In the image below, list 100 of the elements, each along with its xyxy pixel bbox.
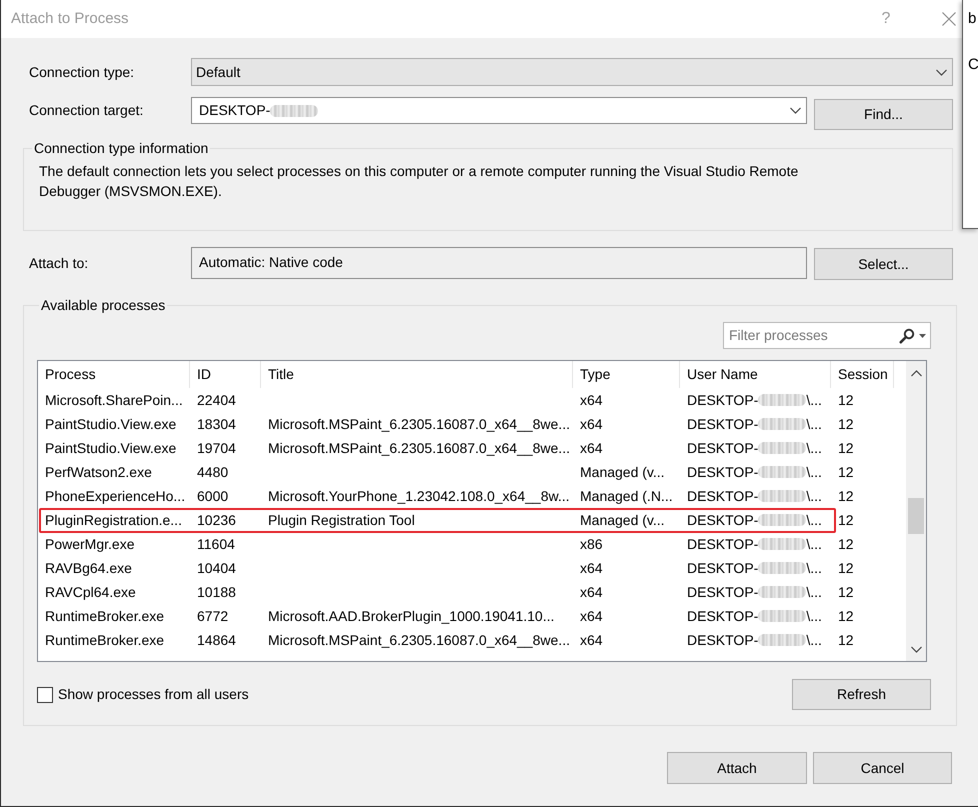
table-cell-text: Managed (v...: [580, 462, 665, 482]
table-cell-text: x64: [580, 390, 603, 410]
table-cell-text: 12: [838, 390, 854, 410]
blurred-redaction-icon: [270, 104, 318, 116]
blurred-redaction-icon: [758, 490, 806, 502]
table-cell-text: x64: [580, 414, 603, 434]
scrollbar-thumb[interactable]: [908, 498, 924, 534]
refresh-button[interactable]: Refresh: [792, 679, 931, 710]
column-header[interactable]: Type: [573, 361, 680, 388]
table-cell-text: 14864: [197, 630, 236, 650]
table-cell-text: Managed (.N...: [580, 486, 673, 506]
table-cell-text: PerfWatson2.exe: [45, 462, 152, 482]
checkbox[interactable]: [37, 686, 53, 702]
column-header[interactable]: Process: [38, 361, 190, 388]
table-cell-text: x86: [580, 534, 603, 554]
user-name-suffix: \...: [806, 390, 822, 410]
blurred-redaction-icon: [758, 442, 806, 454]
column-header[interactable]: Title: [261, 361, 573, 388]
filter-input[interactable]: Filter processes: [729, 325, 899, 346]
window-title: Attach to Process: [11, 8, 129, 29]
table-cell-text: 10404: [197, 558, 236, 578]
column-header[interactable]: Session: [831, 361, 894, 388]
group-title: Connection type information: [33, 139, 210, 158]
user-name-suffix: \...: [806, 414, 822, 434]
window-text: C: [968, 56, 978, 74]
user-name-suffix: \...: [806, 630, 822, 650]
table-cell-text: PhoneExperienceHo...: [45, 486, 186, 506]
table-cell-text: Microsoft.MSPaint_6.2305.16087.0_x64__8we...: [268, 414, 570, 434]
connection-type-dropdown[interactable]: Default: [191, 58, 953, 86]
blurred-redaction-icon: [758, 610, 806, 622]
table-cell-text: 6000: [197, 486, 228, 506]
table-cell-text: Managed (v...: [580, 510, 665, 530]
table-cell-text: RAVBg64.exe: [45, 558, 132, 578]
user-name-prefix: DESKTOP-: [687, 558, 758, 578]
user-name-suffix: \...: [806, 534, 822, 554]
blurred-redaction-icon: [758, 394, 806, 406]
table-cell-text: Plugin Registration Tool: [268, 510, 415, 530]
attach-button[interactable]: Attach: [667, 752, 807, 784]
blurred-redaction-icon: [758, 586, 806, 598]
chevron-down-icon: [936, 68, 947, 76]
user-name-suffix: \...: [806, 606, 822, 626]
user-name-prefix: DESKTOP-: [687, 462, 758, 482]
user-name-prefix: DESKTOP-: [687, 582, 758, 602]
user-name-prefix: DESKTOP-: [687, 390, 758, 410]
table-cell-text: 12: [838, 486, 854, 506]
close-button[interactable]: [942, 12, 956, 26]
table-cell-text: 22404: [197, 390, 236, 410]
dropdown-value: Default: [196, 62, 242, 82]
search-icon[interactable]: [899, 328, 915, 344]
field-label: Connection target:: [29, 101, 144, 120]
column-header[interactable]: ID: [190, 361, 261, 388]
find-button[interactable]: Find...: [814, 99, 953, 130]
cancel-button[interactable]: Cancel: [813, 752, 952, 784]
table-cell-text: 12: [838, 414, 854, 434]
table-cell-text: PaintStudio.View.exe: [45, 438, 176, 458]
blurred-redaction-icon: [758, 466, 806, 478]
table-cell-text: PaintStudio.View.exe: [45, 414, 176, 434]
table-cell-text: 12: [838, 606, 854, 626]
connection-target-combobox[interactable]: DESKTOP-: [191, 97, 807, 124]
table-cell-text: Microsoft.MSPaint_6.2305.16087.0_x64__8we...: [268, 630, 570, 650]
table-cell-text: RuntimeBroker.exe: [45, 630, 164, 650]
table-cell-text: x64: [580, 630, 603, 650]
table-cell-text: 18304: [197, 414, 236, 434]
table-cell-text: 12: [838, 462, 854, 482]
scroll-up-icon: [910, 370, 922, 376]
select-button[interactable]: Select...: [814, 248, 953, 280]
table-cell-text: 12: [838, 558, 854, 578]
table-cell-text: 4480: [197, 462, 228, 482]
blurred-redaction-icon: [758, 634, 806, 646]
table-cell-text: x64: [580, 606, 603, 626]
checkbox-label[interactable]: Show processes from all users: [58, 684, 249, 705]
close-icon: [942, 12, 956, 26]
user-name-suffix: \...: [806, 558, 822, 578]
blurred-redaction-icon: [758, 514, 806, 526]
user-name-suffix: \...: [806, 438, 822, 458]
table-cell-text: 12: [838, 438, 854, 458]
dropdown-arrow-icon[interactable]: [919, 334, 926, 338]
user-name-prefix: DESKTOP-: [687, 414, 758, 434]
vertical-scrollbar[interactable]: [906, 361, 926, 661]
table-cell-text: Microsoft.MSPaint_6.2305.16087.0_x64__8we...: [268, 438, 570, 458]
info-text: The default connection lets you select processes on this computer or a remote computer running the Visual Studio Remote Debugger (MSVSMON.EXE).: [39, 162, 800, 201]
blurred-redaction-icon: [758, 538, 806, 550]
filter-search-field[interactable]: Filter processes: [723, 322, 931, 349]
user-name-suffix: \...: [806, 510, 822, 530]
field-value: Automatic: Native code: [199, 254, 343, 270]
scroll-down-icon: [910, 646, 922, 652]
table-cell-text: RAVCpl64.exe: [45, 582, 136, 602]
table-cell-text: 19704: [197, 438, 236, 458]
chevron-down-icon: [790, 107, 801, 114]
table-cell-text: 10236: [197, 510, 236, 530]
group-title: Available processes: [40, 296, 166, 315]
user-name-prefix: DESKTOP-: [687, 510, 758, 530]
table-cell-text: Microsoft.YourPhone_1.23042.108.0_x64__8w...: [268, 486, 570, 506]
table-cell-text: x64: [580, 582, 603, 602]
table-cell-text: 6772: [197, 606, 228, 626]
column-header[interactable]: User Name: [680, 361, 831, 388]
table-cell-text: 12: [838, 510, 854, 530]
table-cell-text: 12: [838, 534, 854, 554]
table-cell-text: PowerMgr.exe: [45, 534, 134, 554]
table-cell-text: 11604: [197, 534, 235, 554]
